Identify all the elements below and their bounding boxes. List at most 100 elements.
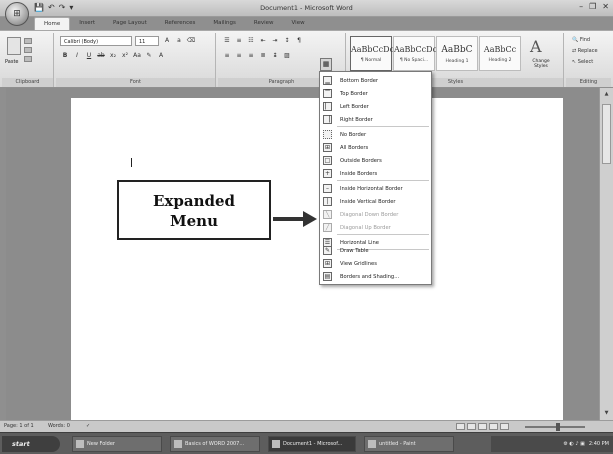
tab-page-layout[interactable]: Page Layout <box>104 17 156 30</box>
menu-item-no-border[interactable]: No Border <box>320 128 431 141</box>
start-button[interactable]: start <box>2 436 60 452</box>
menu-item-top-border[interactable]: ▔ Top Border <box>320 87 431 100</box>
taskbar-basics-of-word[interactable]: Basics of WORD 2007... <box>170 436 260 452</box>
change-styles-button[interactable]: A Change Styles <box>526 33 556 77</box>
view-buttons <box>456 423 509 430</box>
menu-item-borders-and-shading[interactable]: ▤ Borders and Shading... <box>320 270 431 283</box>
paste-icon[interactable] <box>7 37 21 55</box>
tray-icons[interactable]: ⚙ ◐ ♪ ▣ <box>563 441 585 447</box>
scroll-up-icon[interactable]: ▲ <box>602 90 611 99</box>
change-case-icon[interactable]: Aa <box>132 51 142 61</box>
clear-formatting-icon[interactable]: ⌫ <box>186 36 196 46</box>
menu-item-all-borders[interactable]: ⊞ All Borders <box>320 141 431 154</box>
clipboard-group-label: Clipboard <box>2 78 53 87</box>
increase-indent-icon[interactable]: ⇥ <box>270 36 280 46</box>
align-right-icon[interactable]: ≡ <box>246 51 256 61</box>
tab-view[interactable]: View <box>283 17 314 30</box>
style-normal[interactable]: AaBbCcDc ¶ Normal <box>350 36 394 71</box>
web-layout-icon[interactable] <box>478 423 487 430</box>
style-heading-1[interactable]: AaBbC Heading 1 <box>436 36 478 71</box>
paint-icon <box>368 440 376 448</box>
inside-vertical-border-icon: | <box>323 197 332 206</box>
scroll-down-icon[interactable]: ▼ <box>602 409 611 418</box>
font-color-icon[interactable]: A <box>156 51 166 61</box>
menu-item-inside-vertical-border[interactable]: | Inside Vertical Border <box>320 195 431 208</box>
menu-item-draw-table[interactable]: ✎ Draw Table <box>320 244 431 257</box>
menu-item-label: Diagonal Up Border <box>340 224 391 231</box>
bold-icon[interactable]: B <box>60 51 70 61</box>
menu-item-label: Top Border <box>340 90 368 97</box>
restore-icon[interactable]: ❐ <box>589 2 596 11</box>
cut-icon[interactable] <box>24 38 32 44</box>
highlight-icon[interactable]: ✎ <box>144 51 154 61</box>
align-left-icon[interactable]: ≡ <box>222 51 232 61</box>
tab-review[interactable]: Review <box>245 17 283 30</box>
full-screen-reading-icon[interactable] <box>467 423 476 430</box>
shrink-font-icon[interactable]: a <box>174 36 184 46</box>
font-name-select[interactable]: Calibri (Body) <box>60 36 132 46</box>
right-border-icon: ▕ <box>323 115 332 124</box>
vertical-scrollbar[interactable]: ▲ ▼ <box>599 88 613 420</box>
tab-references[interactable]: References <box>156 17 205 30</box>
replace-button[interactable]: ⇄ Replace <box>572 48 598 54</box>
menu-item-diagonal-down-border: ╲ Diagonal Down Border <box>320 208 431 221</box>
proofing-icon[interactable]: ✓ <box>86 423 90 429</box>
diagonal-down-border-icon: ╲ <box>323 210 332 219</box>
style-no-spacing[interactable]: AaBbCcDc ¶ No Spaci... <box>393 36 437 71</box>
decrease-indent-icon[interactable]: ⇤ <box>258 36 268 46</box>
taskbar-new-folder[interactable]: New Folder <box>72 436 162 452</box>
taskbar-document1-word[interactable]: Document1 - Microsof... <box>268 436 356 452</box>
print-layout-icon[interactable] <box>456 423 465 430</box>
format-painter-icon[interactable] <box>24 56 32 62</box>
menu-item-bottom-border[interactable]: ▁ Bottom Border <box>320 74 431 87</box>
strikethrough-icon[interactable]: ab <box>96 51 106 61</box>
numbering-icon[interactable]: ≡ <box>234 36 244 46</box>
select-button[interactable]: ↖ Select <box>572 59 593 65</box>
menu-item-right-border[interactable]: ▕ Right Border <box>320 113 431 126</box>
subscript-icon[interactable]: x₂ <box>108 51 118 61</box>
office-button[interactable]: ⊞ <box>5 2 29 26</box>
taskbar-paint[interactable]: untitled - Paint <box>364 436 454 452</box>
menu-item-inside-horizontal-border[interactable]: – Inside Horizontal Border <box>320 182 431 195</box>
outline-icon[interactable] <box>489 423 498 430</box>
menu-item-label: Inside Horizontal Border <box>340 185 403 192</box>
clock[interactable]: 2:40 PM <box>589 441 609 447</box>
show-formatting-icon[interactable]: ¶ <box>294 36 304 46</box>
font-size-select[interactable]: 11 <box>135 36 159 46</box>
underline-icon[interactable]: U <box>84 51 94 61</box>
bullets-icon[interactable]: ☰ <box>222 36 232 46</box>
page-count[interactable]: Page: 1 of 1 <box>4 423 34 429</box>
sort-icon[interactable]: ↕ <box>282 36 292 46</box>
shading-icon[interactable]: ▨ <box>282 51 292 61</box>
menu-item-left-border[interactable]: ▏ Left Border <box>320 100 431 113</box>
tab-home[interactable]: Home <box>34 17 71 30</box>
word-count[interactable]: Words: 0 <box>48 423 70 429</box>
menu-separator <box>337 234 429 235</box>
italic-icon[interactable]: I <box>72 51 82 61</box>
copy-icon[interactable] <box>24 47 32 53</box>
style-heading-2[interactable]: AaBbCc Heading 2 <box>479 36 521 71</box>
scroll-thumb[interactable] <box>602 104 611 164</box>
style-sample: AaBbCc <box>483 45 517 54</box>
multilevel-list-icon[interactable]: ☷ <box>246 36 256 46</box>
menu-item-inside-borders[interactable]: + Inside Borders <box>320 167 431 180</box>
document-page[interactable]: Expanded Menu <box>71 98 563 420</box>
menu-item-outside-borders[interactable]: □ Outside Borders <box>320 154 431 167</box>
menu-item-view-gridlines[interactable]: ⊞ View Gridlines <box>320 257 431 270</box>
find-button[interactable]: 🔍 Find <box>572 37 590 43</box>
tab-insert[interactable]: Insert <box>70 17 104 30</box>
grow-font-icon[interactable]: A <box>162 36 172 46</box>
justify-icon[interactable]: ≣ <box>258 51 268 61</box>
superscript-icon[interactable]: x² <box>120 51 130 61</box>
line-spacing-icon[interactable]: ↨ <box>270 51 280 61</box>
zoom-handle[interactable] <box>556 423 560 431</box>
close-icon[interactable]: ✕ <box>602 2 609 11</box>
minimize-icon[interactable]: – <box>579 2 583 11</box>
zoom-slider[interactable] <box>525 426 585 428</box>
tab-mailings[interactable]: Mailings <box>204 17 245 30</box>
find-icon: 🔍 <box>572 37 579 43</box>
draft-icon[interactable] <box>500 423 509 430</box>
borders-button[interactable]: ▦ <box>320 58 332 71</box>
align-center-icon[interactable]: ≡ <box>234 51 244 61</box>
paste-button-label[interactable]: Paste <box>5 59 19 65</box>
